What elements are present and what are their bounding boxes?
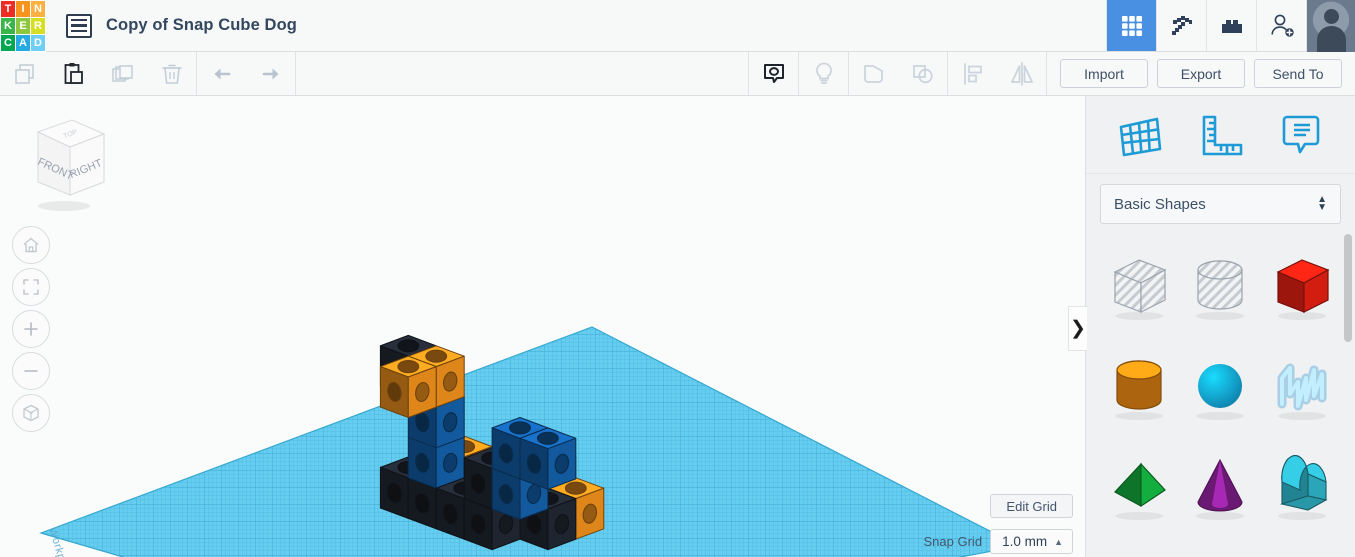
edit-toolbar: Import Export Send To (0, 52, 1355, 96)
align-icon[interactable] (948, 52, 997, 95)
undo-icon[interactable] (197, 52, 246, 95)
file-actions: Import Export Send To (1047, 52, 1355, 95)
duplicate-icon[interactable] (98, 52, 147, 95)
design-canvas[interactable]: Workplane FRONT RIGHT TOP Edit Grid Snap… (0, 96, 1085, 557)
logo-letter-n-2: N (31, 1, 45, 17)
shape-sphere[interactable] (1180, 336, 1262, 436)
ruler-icon[interactable] (1191, 106, 1249, 164)
zoom-out-icon[interactable] (12, 352, 50, 390)
avatar-image (1307, 0, 1355, 52)
home-view-icon[interactable] (12, 226, 50, 264)
send-to-button[interactable]: Send To (1254, 59, 1342, 88)
tinkercad-logo[interactable]: TINKERCAD (0, 0, 46, 52)
shape-category-select[interactable]: Basic Shapes ▲ ▼ (1100, 184, 1341, 224)
stepper-arrows-icon: ▲ ▼ (1317, 193, 1327, 213)
history-tool-group (197, 52, 295, 95)
pickaxe-icon[interactable] (1156, 0, 1206, 51)
mirror-icon[interactable] (997, 52, 1046, 95)
view-nav-controls (12, 226, 50, 436)
group-icon[interactable] (849, 52, 898, 95)
shape-box[interactable] (1261, 236, 1343, 336)
notes-icon[interactable] (1272, 106, 1330, 164)
bricks-icon[interactable] (1206, 0, 1256, 51)
scrollbar-thumb[interactable] (1344, 234, 1352, 342)
tinkercad-app: TINKERCAD Copy of Snap Cube Dog Import E… (0, 0, 1355, 557)
view-cube[interactable]: FRONT RIGHT TOP (12, 110, 108, 215)
shape-box-hole[interactable] (1098, 236, 1180, 336)
paste-icon[interactable] (49, 52, 98, 95)
object-tool-group (749, 52, 1046, 95)
snap-grid-value: 1.0 mm (1002, 534, 1048, 549)
shape-category-label: Basic Shapes (1114, 195, 1206, 213)
logo-letter-e-4: E (16, 18, 30, 34)
snap-grid-select[interactable]: 1.0 mm ▲ (990, 529, 1073, 554)
import-button[interactable]: Import (1060, 59, 1148, 88)
shape-roof[interactable] (1261, 436, 1343, 536)
caret-up-icon: ▲ (1054, 536, 1063, 547)
title-area: Copy of Snap Cube Dog (46, 0, 1106, 51)
snap-grid-label: Snap Grid (923, 534, 983, 549)
header-right-icons (1106, 0, 1355, 52)
shape-scribble[interactable] (1261, 336, 1343, 436)
add-person-icon[interactable] (1256, 0, 1306, 51)
ungroup-icon[interactable] (898, 52, 947, 95)
shapes-panel: ❯ Basic Shapes ▲ ▼ (1068, 96, 1355, 557)
snap-cube[interactable] (519, 427, 577, 490)
lightbulb-icon[interactable] (799, 52, 848, 95)
logo-letter-r-5: R (31, 18, 45, 34)
note-icon[interactable] (749, 52, 798, 95)
panel-scrollbar[interactable] (1344, 234, 1352, 556)
ortho-perspective-icon[interactable] (12, 394, 50, 432)
logo-letter-c-6: C (1, 35, 15, 51)
shape-cone[interactable] (1180, 436, 1262, 536)
trash-icon[interactable] (147, 52, 196, 95)
logo-letter-t-0: T (1, 1, 15, 17)
snap-grid-control: Snap Grid 1.0 mm ▲ (924, 529, 1073, 554)
shape-cylinder-hole[interactable] (1180, 236, 1262, 336)
redo-icon[interactable] (246, 52, 295, 95)
zoom-in-icon[interactable] (12, 310, 50, 348)
page-title: Copy of Snap Cube Dog (106, 16, 297, 34)
logo-letter-k-3: K (1, 18, 15, 34)
workplane-and-model (39, 326, 1021, 557)
export-button[interactable]: Export (1157, 59, 1245, 88)
logo-letter-a-7: A (16, 35, 30, 51)
apps-grid-icon[interactable] (1106, 0, 1156, 51)
edit-grid-button[interactable]: Edit Grid (990, 494, 1073, 518)
top-header-bar: TINKERCAD Copy of Snap Cube Dog (0, 0, 1355, 52)
shape-cylinder[interactable] (1098, 336, 1180, 436)
snap-cube[interactable] (379, 355, 437, 418)
project-list-icon[interactable] (66, 13, 92, 38)
workplane-icon[interactable] (1111, 106, 1169, 164)
clipboard-tool-group (0, 52, 196, 95)
panel-tool-icons (1086, 96, 1355, 174)
copy-icon[interactable] (0, 52, 49, 95)
collapse-panel-button[interactable]: ❯ (1068, 306, 1087, 351)
shape-library-grid (1086, 232, 1355, 557)
logo-letter-i-1: I (16, 1, 30, 17)
logo-letter-d-8: D (31, 35, 45, 51)
shape-pyramid[interactable] (1098, 436, 1180, 536)
avatar[interactable] (1306, 0, 1355, 52)
fit-to-view-icon[interactable] (12, 268, 50, 306)
